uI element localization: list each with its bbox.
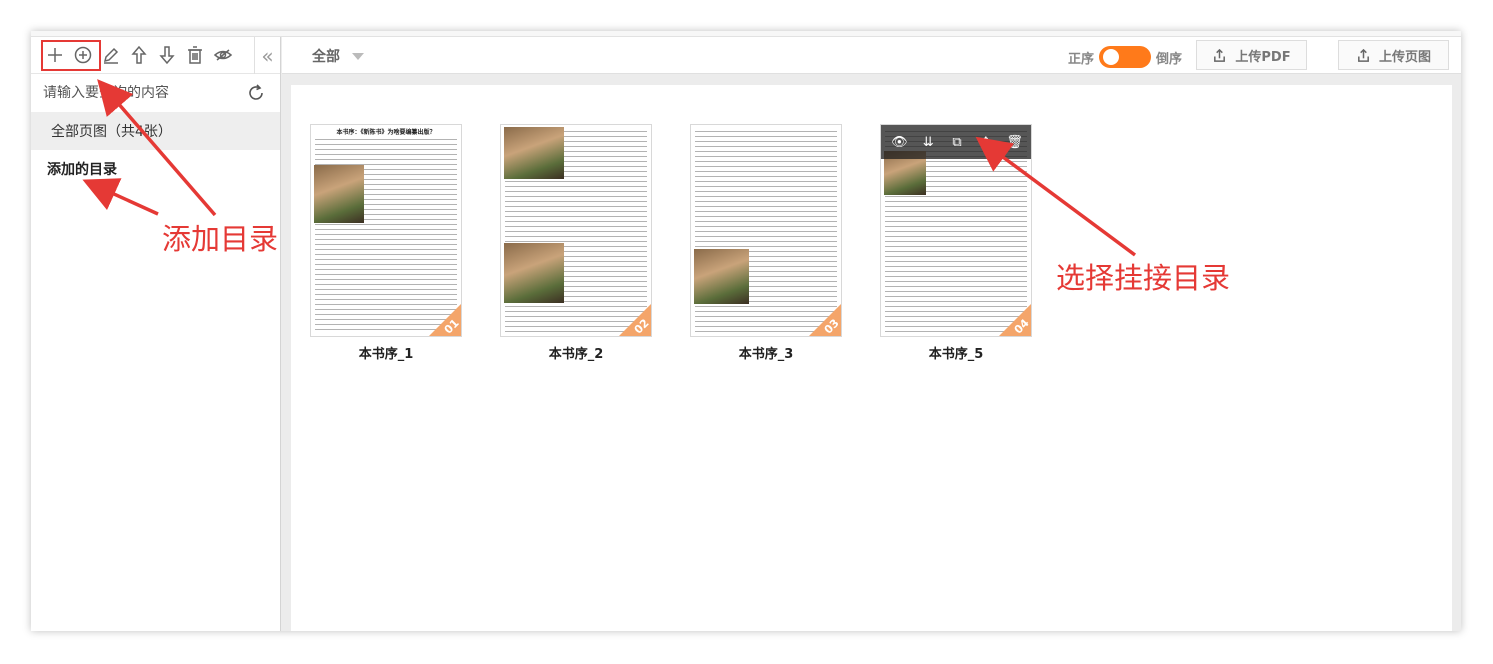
all-pages-label: 全部页图（共4张） (51, 124, 172, 140)
annotation-add-catalog: 添加目录 (162, 222, 279, 256)
upload-pdf-label: 上传PDF (1235, 49, 1291, 65)
sidebar-toolbar: « (31, 37, 280, 74)
trash-icon[interactable] (181, 41, 209, 69)
order-toggle-group: 正序 倒序 (1068, 46, 1182, 68)
upload-icon (1214, 48, 1226, 62)
refresh-icon[interactable] (246, 83, 266, 103)
thumbnail-photo (504, 243, 564, 303)
page-action-overlay: 👁 ⇊ ⧉ ✥ 🗑 (881, 125, 1031, 159)
page-thumbnail[interactable]: 本书序：《新陈书》为啥要编纂出版？ 01 (310, 124, 462, 337)
page-card[interactable]: 03 本书序_3 (690, 124, 842, 362)
added-catalog-item[interactable]: 添加的目录 (31, 150, 280, 188)
page-caption: 本书序_1 (358, 347, 414, 362)
order-asc-label: 正序 (1068, 51, 1095, 67)
trash-icon[interactable]: 🗑 (1005, 135, 1025, 150)
main-panel: 全部 正序 倒序 上传PDF 上传页图 本书序：《新陈书》为啥要编纂出版？ 01… (282, 37, 1461, 631)
eye-icon[interactable]: 👁 (889, 135, 909, 150)
upload-icon (1358, 48, 1369, 62)
eye-hidden-icon[interactable] (209, 41, 237, 69)
order-toggle[interactable] (1099, 46, 1152, 68)
page-card[interactable]: 02 本书序_2 (500, 124, 652, 362)
sidebar: « 全部页图（共4张） 添加的目录 (31, 37, 281, 631)
page-thumbnail[interactable]: 04 👁 ⇊ ⧉ ✥ 🗑 (880, 124, 1032, 337)
filter-dropdown[interactable]: 全部 (312, 46, 364, 66)
page-thumbnail[interactable]: 03 (690, 124, 842, 337)
copy-icon[interactable]: ⧉ (947, 135, 967, 150)
main-header: 全部 正序 倒序 上传PDF 上传页图 (282, 37, 1461, 74)
move-icon[interactable]: ✥ (976, 135, 996, 150)
app-window: « 全部页图（共4张） 添加的目录 全部 正序 倒序 (31, 31, 1461, 631)
page-thumbnail[interactable]: 02 (500, 124, 652, 337)
thumbnail-photo (694, 249, 749, 304)
upload-image-label: 上传页图 (1378, 49, 1431, 65)
annotation-select-catalog: 选择挂接目录 (1056, 261, 1231, 295)
all-pages-item[interactable]: 全部页图（共4张） (31, 112, 280, 150)
upload-image-button[interactable]: 上传页图 (1338, 40, 1449, 70)
page-card[interactable]: 04 👁 ⇊ ⧉ ✥ 🗑 本书序_5 (880, 124, 1032, 362)
toggle-knob (1103, 49, 1120, 65)
upload-pdf-button[interactable]: 上传PDF (1196, 40, 1307, 70)
collapse-left-icon[interactable]: « (254, 37, 280, 74)
filter-label: 全部 (312, 49, 340, 65)
thumbnail-photo (504, 127, 564, 179)
page-caption: 本书序_3 (738, 347, 794, 362)
thumbnail-photo (314, 165, 364, 223)
catalog-link-icon[interactable]: ⇊ (918, 135, 938, 150)
order-desc-label: 倒序 (1156, 51, 1183, 67)
thumbnail-title: 本书序：《新陈书》为啥要编纂出版？ (336, 129, 436, 136)
search-input[interactable] (43, 85, 233, 101)
page-caption: 本书序_5 (928, 347, 984, 362)
arrow-down-icon[interactable] (153, 41, 181, 69)
page-grid: 本书序：《新陈书》为啥要编纂出版？ 01 本书序_1 02 本书序_2 03 本… (291, 85, 1452, 631)
chevron-down-icon (352, 52, 364, 60)
page-caption: 本书序_2 (548, 347, 604, 362)
arrow-up-icon[interactable] (125, 41, 153, 69)
highlight-box (41, 40, 101, 71)
search-row (31, 74, 280, 112)
edit-icon[interactable] (97, 41, 125, 69)
added-catalog-label: 添加的目录 (47, 162, 117, 178)
page-card[interactable]: 本书序：《新陈书》为啥要编纂出版？ 01 本书序_1 (310, 124, 462, 362)
